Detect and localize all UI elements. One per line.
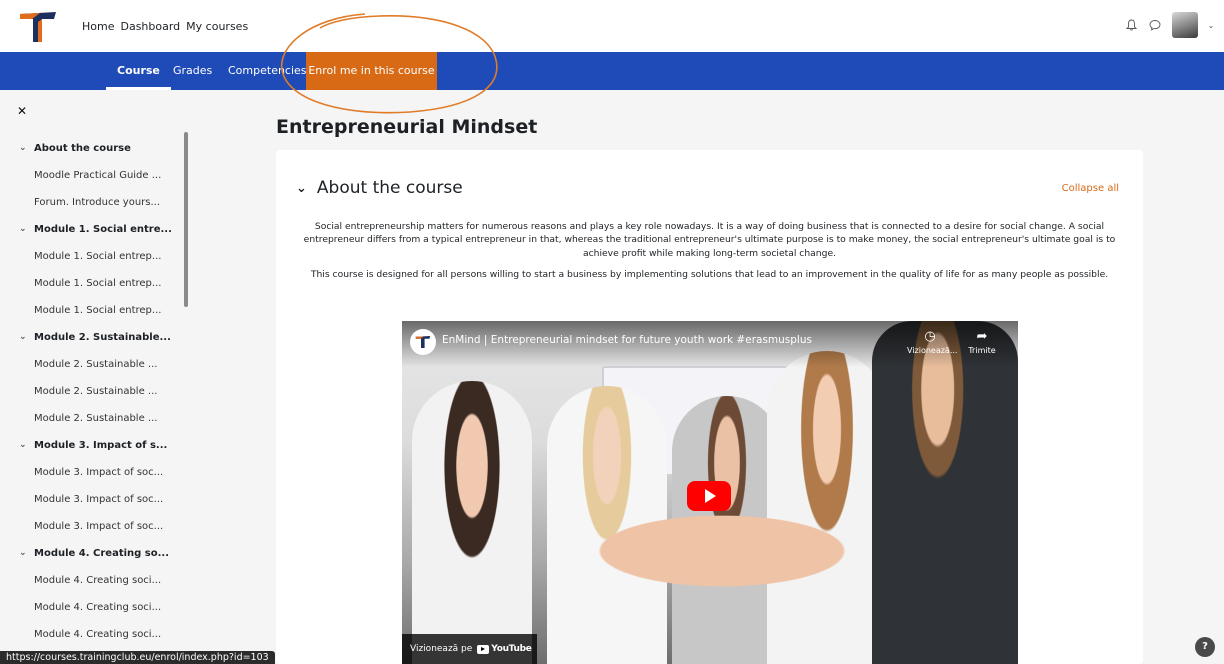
sidebar-item[interactable]: Module 3. Impact of soc... — [0, 513, 180, 540]
section-summary: Social entrepreneurship matters for nume… — [288, 220, 1131, 289]
share-arrow-icon: ➦ — [976, 329, 988, 344]
sidebar-item-label: Module 3. Impact of soc... — [34, 467, 164, 478]
chevron-down-icon: ⌄ — [296, 180, 307, 196]
course-section-card: ⌄ About the course Collapse all Social e… — [276, 150, 1143, 664]
sidebar-scrollbar[interactable] — [184, 132, 188, 307]
chat-icon[interactable] — [1148, 18, 1162, 32]
share-button[interactable]: ➦ Trimite — [962, 329, 1002, 355]
watch-on-label: Vizionează pe — [410, 644, 473, 654]
sidebar-item-label: About the course — [34, 143, 131, 154]
sidebar-item-label: Module 2. Sustainable ... — [34, 386, 158, 397]
sidebar-section[interactable]: ⌄ Module 1. Social entre... — [0, 216, 180, 243]
sidebar-item[interactable]: Module 3. Impact of soc... — [0, 459, 180, 486]
share-label: Trimite — [968, 346, 996, 355]
user-tools: ⌄ — [1124, 12, 1214, 38]
play-icon — [705, 489, 716, 503]
tab-competencies[interactable]: Competencies — [228, 52, 307, 90]
sidebar-section[interactable]: ⌄ Module 2. Sustainable... — [0, 324, 180, 351]
sidebar-item[interactable]: Module 1. Social entrep... — [0, 270, 180, 297]
sidebar-item-label: Module 2. Sustainable ... — [34, 413, 158, 424]
nav-dashboard[interactable]: Dashboard — [120, 20, 180, 33]
close-drawer-button[interactable]: ✕ — [17, 104, 27, 118]
video-title[interactable]: EnMind | Entrepreneurial mindset for fut… — [442, 334, 812, 346]
top-navbar: Home Dashboard My courses ⌄ — [0, 0, 1224, 52]
chevron-down-icon[interactable]: ⌄ — [19, 432, 27, 459]
sidebar-item-label: Module 2. Sustainable ... — [34, 359, 158, 370]
collapse-all-link[interactable]: Collapse all — [1062, 183, 1119, 194]
play-button[interactable] — [687, 481, 731, 511]
section-title: About the course — [316, 178, 463, 198]
sidebar-item-label: Module 2. Sustainable... — [34, 332, 171, 343]
chevron-down-icon[interactable]: ⌄ — [19, 135, 27, 162]
sidebar-item-label: Module 4. Creating soci... — [34, 602, 162, 613]
sidebar-item[interactable]: Module 1. Social entrep... — [0, 243, 180, 270]
course-index: ⌄ About the course Moodle Practical Guide … — [0, 135, 180, 648]
sidebar-item[interactable]: Module 4. Creating soci... — [0, 567, 180, 594]
section-toggle[interactable]: ⌄ About the course — [296, 178, 463, 198]
watch-on-youtube-button[interactable]: Vizionează pe YouTube — [402, 634, 537, 664]
youtube-wordmark: YouTube — [491, 644, 532, 654]
chevron-down-icon[interactable]: ⌄ — [1208, 18, 1215, 32]
youtube-video-embed[interactable]: EnMind | Entrepreneurial mindset for fut… — [402, 321, 1018, 664]
sidebar-item-label: Module 1. Social entrep... — [34, 251, 162, 262]
sidebar-item-label: Module 3. Impact of soc... — [34, 521, 164, 532]
sidebar-item[interactable]: Module 3. Impact of soc... — [0, 486, 180, 513]
clock-icon: ◷ — [924, 329, 936, 344]
sidebar-section[interactable]: ⌄ Module 3. Impact of s... — [0, 432, 180, 459]
nav-home[interactable]: Home — [82, 20, 114, 33]
bell-icon[interactable] — [1124, 18, 1138, 32]
tab-course[interactable]: Course — [106, 52, 171, 90]
video-person — [412, 381, 532, 664]
summary-paragraph: Social entrepreneurship matters for nume… — [303, 221, 1116, 259]
sidebar-item[interactable]: Module 4. Creating soci... — [0, 621, 180, 648]
help-button[interactable]: ? — [1195, 637, 1215, 657]
sidebar-item-label: Module 1. Social entrep... — [34, 278, 162, 289]
watch-later-label: Vizionează... — [907, 346, 958, 355]
nav-my-courses[interactable]: My courses — [186, 20, 248, 33]
sidebar-item-label: Module 3. Impact of soc... — [34, 494, 164, 505]
status-bar-url: https://courses.trainingclub.eu/enrol/in… — [0, 651, 275, 664]
primary-nav: Home Dashboard My courses — [82, 0, 248, 52]
video-hands — [532, 496, 912, 606]
sidebar-item[interactable]: Module 2. Sustainable ... — [0, 378, 180, 405]
chevron-down-icon[interactable]: ⌄ — [19, 324, 27, 351]
video-person — [872, 321, 1018, 664]
sidebar-section[interactable]: ⌄ About the course — [0, 135, 180, 162]
sidebar-item[interactable]: Module 2. Sustainable ... — [0, 351, 180, 378]
sidebar-section[interactable]: ⌄ Module 4. Creating so... — [0, 540, 180, 567]
sidebar-item[interactable]: Forum. Introduce yours... — [0, 189, 180, 216]
sidebar-item-label: Module 4. Creating so... — [34, 548, 170, 559]
sidebar-item-label: Forum. Introduce yours... — [34, 197, 161, 208]
sidebar-item-label: Module 4. Creating soci... — [34, 629, 162, 640]
sidebar-item-label: Module 1. Social entre... — [34, 224, 172, 235]
sidebar-item[interactable]: Moodle Practical Guide ... — [0, 162, 180, 189]
enrol-button[interactable]: Enrol me in this course — [306, 52, 437, 90]
tab-grades[interactable]: Grades — [173, 52, 212, 90]
sidebar-item-label: Module 4. Creating soci... — [34, 575, 162, 586]
sidebar-item-label: Module 3. Impact of s... — [34, 440, 168, 451]
sidebar-item[interactable]: Module 2. Sustainable ... — [0, 405, 180, 432]
channel-logo[interactable] — [410, 329, 436, 355]
chevron-down-icon[interactable]: ⌄ — [19, 540, 27, 567]
chevron-down-icon[interactable]: ⌄ — [19, 216, 27, 243]
site-logo[interactable] — [18, 10, 58, 44]
summary-paragraph: This course is designed for all persons … — [310, 269, 1109, 281]
tab-course-label: Course — [117, 64, 160, 77]
sidebar-item[interactable]: Module 4. Creating soci... — [0, 594, 180, 621]
avatar[interactable] — [1172, 12, 1198, 38]
sidebar-item-label: Module 1. Social entrep... — [34, 305, 162, 316]
watch-later-button[interactable]: ◷ Vizionează... — [907, 329, 957, 355]
sidebar-item-label: Moodle Practical Guide ... — [34, 170, 162, 181]
course-index-drawer: ✕ ⌄ About the course Moodle Practical Guid… — [0, 90, 196, 664]
page-title: Entrepreneurial Mindset — [276, 116, 538, 138]
youtube-logo-icon: YouTube — [477, 644, 532, 654]
course-nav: Course Grades Competencies — [0, 52, 1224, 90]
sidebar-item[interactable]: Module 1. Social entrep... — [0, 297, 180, 324]
